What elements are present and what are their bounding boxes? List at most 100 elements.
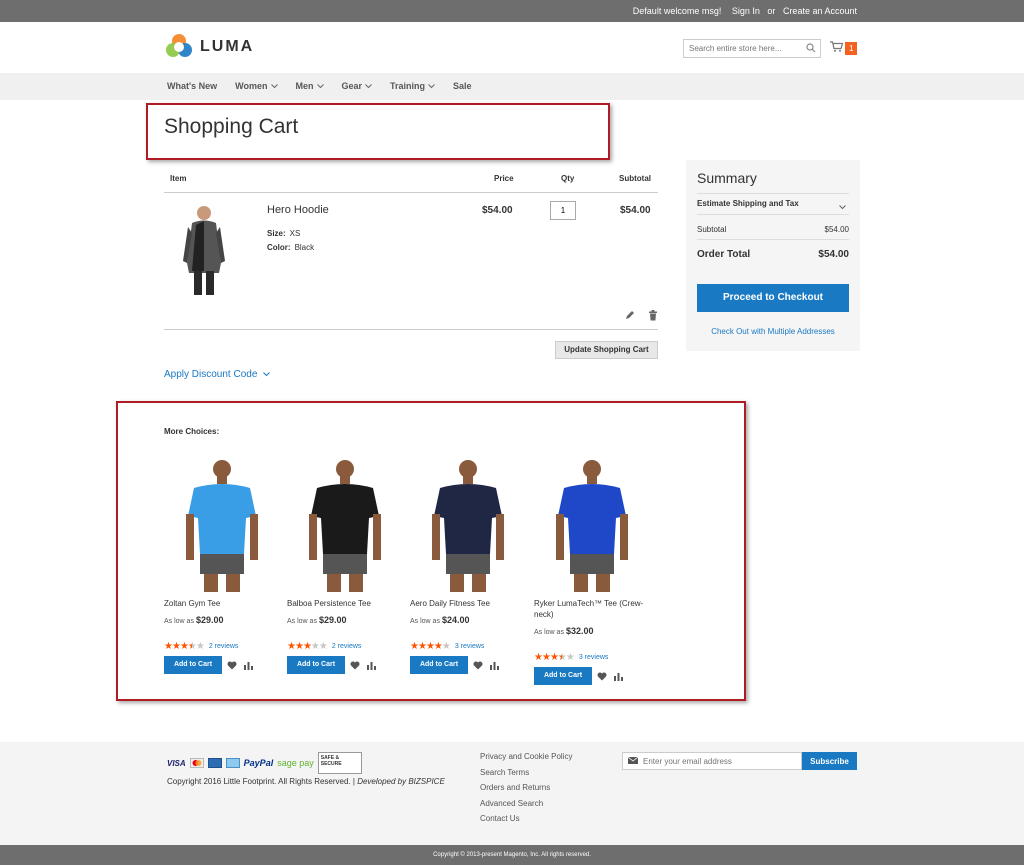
price-prefix: As low as [164, 618, 194, 625]
paypal-logo: PayPal [243, 758, 274, 768]
price-prefix: As low as [410, 618, 440, 625]
product-image[interactable] [164, 456, 279, 592]
copyright-text: Copyright 2016 Little Footprint. All Rig… [167, 777, 355, 786]
footer-link-advanced-search[interactable]: Advanced Search [480, 799, 572, 815]
amex-logo [225, 758, 240, 768]
add-to-cart-button[interactable]: Add to Cart [534, 667, 592, 685]
cart-icon[interactable] [830, 41, 844, 55]
card-logo [207, 758, 222, 768]
visa-logo: VISA [167, 758, 186, 768]
reviews-link[interactable]: 2 reviews [332, 643, 362, 650]
nav-label: Men [295, 81, 314, 91]
price-value: $24.00 [441, 615, 470, 625]
heart-icon[interactable] [473, 661, 483, 673]
apply-discount-toggle[interactable]: Apply Discount Code [164, 369, 271, 380]
estimate-shipping-toggle[interactable]: Estimate Shipping and Tax [697, 199, 799, 208]
header: LUMA 1 [0, 22, 1024, 73]
order-total-value: $54.00 [818, 249, 849, 260]
sign-in-link[interactable]: Sign In [732, 6, 760, 16]
reviews-link[interactable]: 2 reviews [209, 643, 239, 650]
edit-pencil-icon[interactable] [625, 310, 635, 323]
compare-icon[interactable] [367, 661, 376, 673]
nav-item-training[interactable]: Training [390, 81, 435, 91]
nav-item-women[interactable]: Women [235, 81, 278, 91]
create-account-link[interactable]: Create an Account [783, 6, 857, 16]
product-card: Balboa Persistence Tee As low as $29.00 ★★★… [287, 456, 402, 681]
rating-stars: ★★★★★ [287, 641, 328, 652]
sagepay-logo: sage pay [277, 758, 314, 768]
payment-logos: VISA PayPal sage pay SAFE & SECURE [167, 752, 362, 774]
product-price: As low as $29.00 [287, 615, 347, 625]
footer-copyright-left: Copyright 2016 Little Footprint. All Rig… [167, 777, 445, 786]
nav-item-sale[interactable]: Sale [453, 81, 472, 91]
cart-item-size: Size: XS [267, 229, 300, 238]
product-image[interactable] [287, 456, 402, 592]
product-name[interactable]: Ryker LumaTech™ Tee (Crew-neck) [534, 598, 646, 620]
heart-icon[interactable] [350, 661, 360, 673]
developer-credit: Developed by BIZSPICE [357, 777, 445, 786]
product-name[interactable]: Balboa Persistence Tee [287, 598, 399, 609]
safe-secure-text: SAFE & SECURE [320, 755, 342, 767]
reviews-link[interactable]: 3 reviews [579, 654, 609, 661]
discount-label: Apply Discount Code [164, 369, 258, 380]
column-header-qty: Qty [561, 174, 575, 183]
product-rating: ★★★★★ 2 reviews [287, 641, 361, 652]
product-price: As low as $29.00 [164, 615, 224, 625]
chevron-down-icon [365, 81, 372, 91]
reviews-link[interactable]: 3 reviews [455, 643, 485, 650]
footer-link-contact[interactable]: Contact Us [480, 814, 572, 830]
mastercard-logo [189, 758, 204, 768]
price-value: $29.00 [195, 615, 224, 625]
cart-item-subtotal: $54.00 [620, 205, 651, 216]
qty-input[interactable] [550, 201, 576, 220]
add-to-cart-button[interactable]: Add to Cart [164, 656, 222, 674]
nav-label: Women [235, 81, 268, 91]
envelope-icon [627, 755, 639, 767]
subscribe-button[interactable]: Subscribe [802, 752, 857, 770]
chevron-down-icon [270, 81, 278, 91]
footer-link-search-terms[interactable]: Search Terms [480, 768, 572, 784]
safe-secure-badge: SAFE & SECURE [317, 752, 362, 774]
minicart[interactable]: 1 [830, 41, 858, 55]
heart-icon[interactable] [227, 661, 237, 673]
heart-icon[interactable] [597, 672, 607, 684]
footer-link-orders-returns[interactable]: Orders and Returns [480, 783, 572, 799]
product-name[interactable]: Aero Daily Fitness Tee [410, 598, 522, 609]
nav-item-whats-new[interactable]: What's New [167, 81, 217, 91]
newsletter-box [622, 752, 802, 770]
product-image[interactable] [410, 456, 525, 592]
add-to-cart-button[interactable]: Add to Cart [287, 656, 345, 674]
order-summary: Summary Estimate Shipping and Tax Subtot… [686, 160, 860, 351]
cart-item-price: $54.00 [482, 205, 513, 216]
product-card: Aero Daily Fitness Tee As low as $24.00 ★★★… [410, 456, 525, 681]
cart-item-name[interactable]: Hero Hoodie [267, 204, 329, 216]
add-to-cart-button[interactable]: Add to Cart [410, 656, 468, 674]
option-label: Size: [267, 229, 286, 238]
update-cart-button[interactable]: Update Shopping Cart [555, 341, 658, 359]
product-name[interactable]: Zoltan Gym Tee [164, 598, 276, 609]
footer-link-privacy[interactable]: Privacy and Cookie Policy [480, 752, 572, 768]
price-value: $32.00 [565, 626, 594, 636]
compare-icon[interactable] [614, 672, 623, 684]
trash-icon[interactable] [648, 310, 658, 324]
cart-item-image[interactable] [176, 203, 232, 297]
search-icon[interactable] [806, 43, 816, 56]
nav-label: Training [390, 81, 426, 91]
product-image[interactable] [534, 456, 649, 592]
header-links: Default welcome msg! Sign In or Create a… [625, 6, 857, 16]
nav-item-men[interactable]: Men [296, 81, 324, 91]
order-total-label: Order Total [697, 249, 751, 260]
subtotal-label: Subtotal [697, 225, 727, 234]
compare-icon[interactable] [244, 661, 253, 673]
compare-icon[interactable] [490, 661, 499, 673]
nav-item-gear[interactable]: Gear [342, 81, 373, 91]
proceed-to-checkout-button[interactable]: Proceed to Checkout [697, 284, 849, 312]
multiple-addresses-link[interactable]: Check Out with Multiple Addresses [686, 327, 860, 336]
summary-title: Summary [697, 170, 757, 186]
subtotal-value: $54.00 [824, 225, 849, 234]
logo[interactable]: LUMA [166, 34, 254, 60]
search-input[interactable] [684, 40, 796, 57]
column-header-item: Item [170, 174, 187, 183]
newsletter-email-input[interactable] [643, 756, 793, 766]
chevron-down-icon [263, 369, 271, 380]
